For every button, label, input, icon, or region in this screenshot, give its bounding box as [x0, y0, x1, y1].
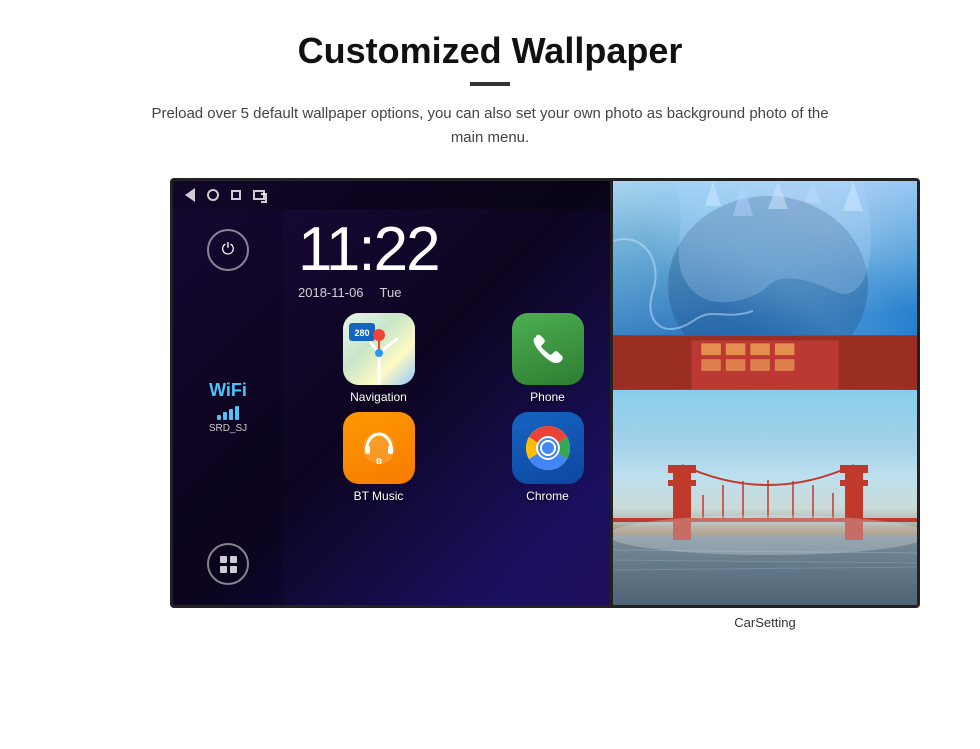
- apps-button[interactable]: [207, 543, 249, 585]
- ice-texture: [613, 181, 917, 335]
- wifi-label: WiFi: [209, 380, 247, 401]
- clock-date-value: 2018-11-06: [298, 285, 364, 300]
- bt-music-svg-icon: ʙ: [357, 426, 401, 470]
- chrome-app-icon: [512, 412, 584, 484]
- wallpaper-ice-cave: [613, 181, 917, 335]
- app-item-phone[interactable]: Phone: [467, 313, 628, 404]
- grid-dot: [230, 556, 237, 563]
- app-item-chrome[interactable]: Chrome: [467, 412, 628, 503]
- wifi-bar-4: [235, 406, 239, 420]
- screenshot-icon: [253, 190, 265, 200]
- grid-dot: [230, 566, 237, 573]
- wifi-bar-1: [217, 415, 221, 420]
- wifi-info: WiFi SRD_SJ: [209, 380, 247, 434]
- clock-day: Tue: [380, 285, 402, 300]
- title-divider: [470, 82, 510, 86]
- page-title: Customized Wallpaper: [40, 30, 940, 72]
- carsetting-label: CarSetting: [734, 615, 795, 630]
- apps-grid-icon: [220, 556, 237, 573]
- app-item-navigation[interactable]: 280 Navigation: [298, 313, 459, 404]
- building-svg: [613, 335, 917, 390]
- wifi-ssid: SRD_SJ: [209, 423, 247, 434]
- svg-text:ʙ: ʙ: [375, 456, 381, 467]
- wifi-bars: [217, 404, 239, 420]
- sidebar: ⏻ WiFi SRD_SJ: [173, 209, 283, 605]
- wifi-bar-3: [229, 409, 233, 420]
- phone-app-icon: [512, 313, 584, 385]
- clock-date: 2018-11-06 Tue: [298, 285, 439, 300]
- wallpaper-previews: [610, 178, 920, 608]
- wifi-bar-2: [223, 412, 227, 420]
- golden-gate-svg: [613, 405, 917, 605]
- navigation-app-icon: 280: [343, 313, 415, 385]
- bt-music-app-icon: ʙ: [343, 412, 415, 484]
- wallpaper-middle-separator: [613, 335, 917, 390]
- power-button[interactable]: ⏻: [207, 229, 249, 271]
- status-bar-left: [185, 188, 265, 202]
- power-icon: ⏻: [222, 241, 235, 259]
- clock-time: 11:22: [298, 219, 439, 281]
- grid-dot: [220, 566, 227, 573]
- phone-svg-icon: [528, 329, 568, 369]
- wallpaper-golden-gate: [613, 390, 917, 605]
- bt-music-app-label: BT Music: [354, 489, 404, 503]
- app-item-bt-music[interactable]: ʙ BT Music: [298, 412, 459, 503]
- chrome-app-label: Chrome: [526, 489, 569, 503]
- grid-dot: [220, 556, 227, 563]
- chrome-svg-icon: [523, 423, 573, 473]
- navigation-app-label: Navigation: [350, 390, 407, 404]
- recent-nav-icon[interactable]: [231, 190, 241, 200]
- phone-app-label: Phone: [530, 390, 565, 404]
- clock-info: 11:22 2018-11-06 Tue: [298, 219, 439, 300]
- map-roads-svg: 280: [343, 313, 415, 385]
- carsetting-container: CarSetting: [610, 614, 920, 632]
- page-subtitle: Preload over 5 default wallpaper options…: [140, 102, 840, 150]
- home-nav-icon[interactable]: [207, 189, 219, 201]
- device-container: 📍 ▼ 11:22 ⏻ WiFi: [40, 178, 940, 608]
- ice-cave-svg: [613, 181, 917, 335]
- svg-text:280: 280: [354, 328, 369, 338]
- back-nav-icon[interactable]: [185, 188, 195, 202]
